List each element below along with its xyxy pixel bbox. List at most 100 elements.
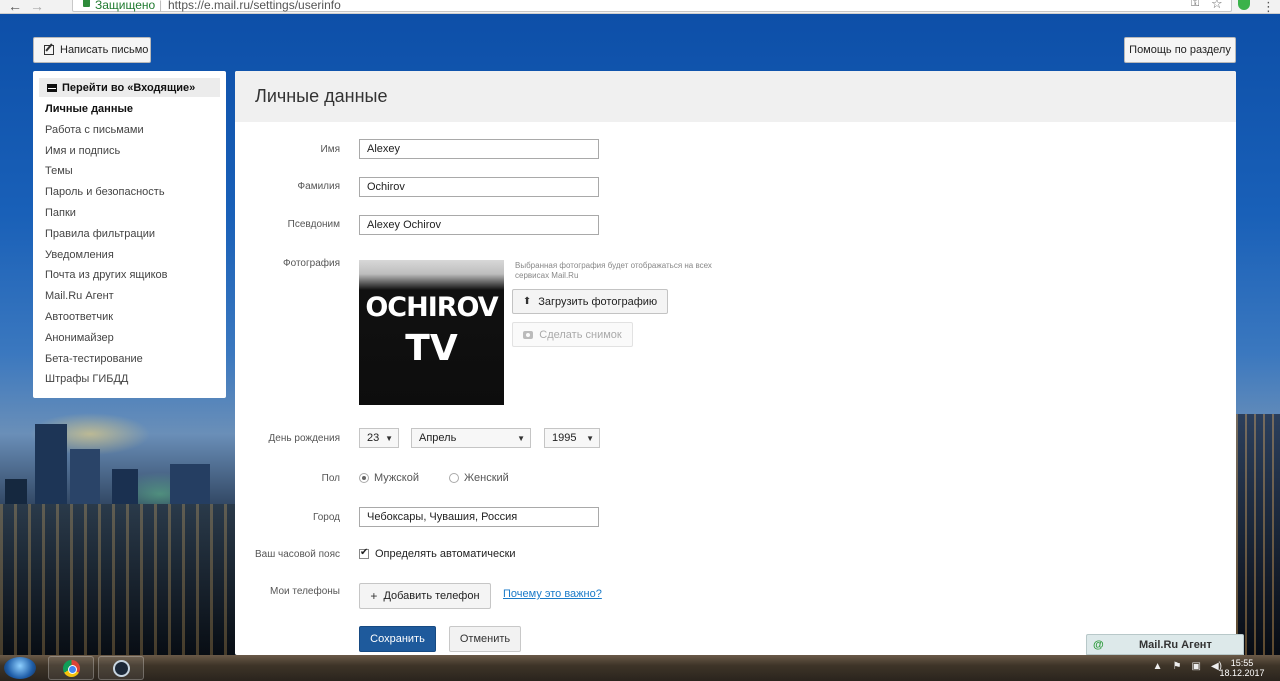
first-name-input[interactable] xyxy=(359,139,599,159)
plus-icon: + xyxy=(370,589,378,603)
chevron-down-icon: ▼ xyxy=(385,434,393,443)
settings-sidebar: Перейти во «Входящие» Личные данные Рабо… xyxy=(33,71,226,398)
settings-menu: Личные данные Работа с письмами Имя и по… xyxy=(33,99,226,390)
lock-icon xyxy=(83,0,90,7)
chrome-icon xyxy=(63,660,80,677)
birthday-month-select[interactable]: Апрель ▼ xyxy=(411,428,531,448)
sidebar-item-notifications[interactable]: Уведомления xyxy=(33,245,226,266)
agent-label: Mail.Ru Агент xyxy=(1139,638,1212,651)
birthday-month-value: Апрель xyxy=(419,432,457,444)
nickname-label: Псевдоним xyxy=(287,219,340,230)
sidebar-item-traffic-fines[interactable]: Штрафы ГИБДД xyxy=(33,369,226,390)
birthday-year-select[interactable]: 1995 ▼ xyxy=(544,428,600,448)
birthday-day-value: 23 xyxy=(367,432,380,444)
sidebar-item-mail-handling[interactable]: Работа с письмами xyxy=(33,120,226,141)
why-important-link[interactable]: Почему это важно? xyxy=(503,588,602,600)
page-title: Личные данные xyxy=(255,86,388,106)
timezone-auto-checkbox[interactable]: ✔ xyxy=(359,547,369,559)
sidebar-item-themes[interactable]: Темы xyxy=(33,161,226,182)
chevron-down-icon: ▼ xyxy=(586,434,594,443)
photo-text-line2: TV xyxy=(405,328,458,369)
sidebar-item-folders[interactable]: Папки xyxy=(33,203,226,224)
sidebar-item-anonymizer[interactable]: Анонимайзер xyxy=(33,328,226,349)
sidebar-item-beta-testing[interactable]: Бета-тестирование xyxy=(33,349,226,370)
agent-at-icon: @ xyxy=(1093,638,1104,651)
birthday-label: День рождения xyxy=(268,433,340,444)
city-label: Город xyxy=(312,512,340,523)
cancel-button[interactable]: Отменить xyxy=(449,626,521,652)
extension-shield-icon[interactable] xyxy=(1238,0,1250,10)
upload-photo-button[interactable]: ⬆ Загрузить фотографию xyxy=(512,289,668,314)
browser-menu-icon[interactable]: ⋮ xyxy=(1262,0,1275,15)
sidebar-item-autoresponder[interactable]: Автоответчик xyxy=(33,307,226,328)
timezone-auto-label[interactable]: Определять автоматически xyxy=(375,548,516,560)
sidebar-item-password-security[interactable]: Пароль и безопасность xyxy=(33,182,226,203)
take-snapshot-label: Сделать снимок xyxy=(539,328,622,341)
timezone-label: Ваш часовой пояс xyxy=(255,549,340,560)
system-clock[interactable]: 15:55 18.12.2017 xyxy=(1214,658,1270,678)
chevron-down-icon: ▼ xyxy=(517,434,525,443)
bookmark-star-icon[interactable]: ☆ xyxy=(1211,0,1223,12)
forward-arrow-icon[interactable]: → xyxy=(30,0,44,14)
sidebar-item-filters[interactable]: Правила фильтрации xyxy=(33,224,226,245)
tray-expand-icon[interactable]: ▲ xyxy=(1153,661,1163,672)
upload-photo-label: Загрузить фотографию xyxy=(538,295,658,308)
upload-arrow-icon: ⬆ xyxy=(522,296,532,307)
go-to-inbox-link[interactable]: Перейти во «Входящие» xyxy=(39,78,220,97)
clock-date: 18.12.2017 xyxy=(1219,668,1265,678)
city-lights-image xyxy=(1236,414,1280,669)
add-phone-button[interactable]: + Добавить телефон xyxy=(359,583,491,609)
address-bar[interactable]: Защищено | https://e.mail.ru/settings/us… xyxy=(72,0,1232,12)
save-button[interactable]: Сохранить xyxy=(359,626,436,652)
last-name-label: Фамилия xyxy=(297,181,340,192)
compose-label: Написать письмо xyxy=(60,44,149,56)
photo-text-line1: OCHIROV xyxy=(365,292,498,323)
sidebar-item-agent[interactable]: Mail.Ru Агент xyxy=(33,286,226,307)
add-phone-label: Добавить телефон xyxy=(383,590,480,602)
first-name-label: Имя xyxy=(320,144,340,155)
gender-female-label[interactable]: Женский xyxy=(464,472,509,484)
city-skyline-image xyxy=(0,404,235,669)
network-icon[interactable]: ▣ xyxy=(1192,661,1201,672)
city-input[interactable] xyxy=(359,507,599,527)
browser-toolbar: ← → Защищено | https://e.mail.ru/setting… xyxy=(0,0,1280,14)
gender-male-radio[interactable] xyxy=(359,473,369,483)
taskbar-steam-button[interactable] xyxy=(98,656,144,680)
windows-taskbar: ▲ ⚑ ▣ ◀) 15:55 18.12.2017 xyxy=(0,655,1280,681)
birthday-year-value: 1995 xyxy=(552,432,577,444)
secure-label: Защищено xyxy=(95,0,156,12)
sidebar-item-personal-data[interactable]: Личные данные xyxy=(33,99,226,120)
last-name-input[interactable] xyxy=(359,177,599,197)
flag-icon[interactable]: ⚑ xyxy=(1173,661,1182,672)
start-button[interactable] xyxy=(4,657,36,679)
key-icon[interactable]: ⚿ xyxy=(1191,0,1199,10)
go-to-inbox-label: Перейти во «Входящие» xyxy=(62,81,196,94)
steam-icon xyxy=(113,660,130,677)
photo-label: Фотография xyxy=(283,258,340,269)
checkmark-icon: ✔ xyxy=(360,547,369,558)
birthday-day-select[interactable]: 23 ▼ xyxy=(359,428,399,448)
taskbar-chrome-button[interactable] xyxy=(48,656,94,680)
photo-hint: Выбранная фотография будет отображаться … xyxy=(515,261,712,280)
system-tray: ▲ ⚑ ▣ ◀) xyxy=(1153,661,1222,672)
compose-button[interactable]: Написать письмо xyxy=(33,37,151,63)
mailru-agent-widget[interactable]: @ Mail.Ru Агент xyxy=(1086,634,1244,655)
profile-photo[interactable]: OCHIROV TV xyxy=(359,260,504,405)
url-separator: | xyxy=(159,0,163,12)
back-arrow-icon[interactable]: ← xyxy=(8,0,22,14)
sidebar-item-other-mailboxes[interactable]: Почта из других ящиков xyxy=(33,265,226,286)
personal-data-panel: Личные данные Имя Фамилия Псевдоним Фото… xyxy=(235,71,1236,655)
help-button[interactable]: Помощь по разделу xyxy=(1124,37,1236,63)
sidebar-item-name-signature[interactable]: Имя и подпись xyxy=(33,141,226,162)
compose-icon xyxy=(44,45,54,55)
phones-label: Мои телефоны xyxy=(270,586,340,597)
page-header: Личные данные xyxy=(235,71,1236,122)
nickname-input[interactable] xyxy=(359,215,599,235)
gender-male-label[interactable]: Мужской xyxy=(374,472,419,484)
url-text[interactable]: https://e.mail.ru/settings/userinfo xyxy=(168,0,341,12)
envelope-icon xyxy=(47,83,57,92)
take-snapshot-button[interactable]: Сделать снимок xyxy=(512,322,633,347)
clock-time: 15:55 xyxy=(1230,658,1254,668)
gender-label: Пол xyxy=(321,473,340,484)
gender-female-radio[interactable] xyxy=(449,473,459,483)
